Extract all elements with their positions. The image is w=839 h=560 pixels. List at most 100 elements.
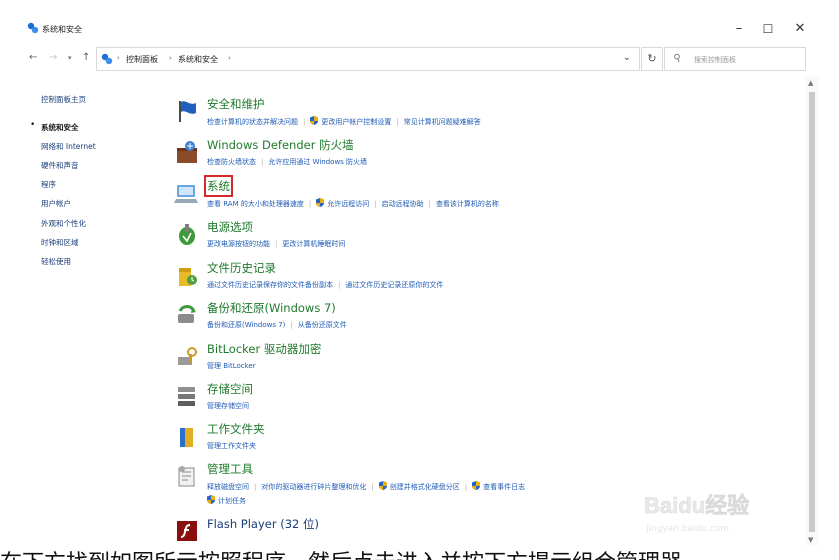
task-link[interactable]: 允许应用通过 Windows 防火墙 [268,157,367,167]
category-title[interactable]: 管理工具 [207,461,253,477]
task-link[interactable]: 对你的驱动器进行碎片整理和优化 [261,482,366,492]
task-link[interactable]: 常见计算机问题疑难解答 [404,117,481,127]
task-link[interactable]: 查看 RAM 的大小和处理器速度 [207,199,304,209]
task-link[interactable]: 检查防火墙状态 [207,157,256,167]
task-link[interactable]: 查看该计算机的名称 [436,199,499,209]
uac-shield-icon [316,198,325,207]
category-links: 通过文件历史记录保存你的文件备份副本 | 通过文件历史记录还原你的文件 [207,280,444,290]
close-button[interactable]: ✕ [789,20,811,38]
vertical-scrollbar[interactable]: ▲ ▼ [805,76,819,546]
breadcrumb-system-security[interactable]: 系统和安全 [178,54,218,65]
search-icon: ⚲ [672,52,683,65]
category-title-highlighted[interactable]: 系统 [204,175,233,197]
refresh-button[interactable]: ↻ [641,47,663,71]
task-link[interactable]: 备份和还原(Windows 7) [207,320,285,330]
task-link[interactable]: 更改用户帐户控制设置 [321,117,391,127]
category-work-folders: 工作文件夹 管理工作文件夹 [170,421,790,461]
sidebar-item-system-security[interactable]: 系统和安全 [41,122,79,133]
category-title[interactable]: 备份和还原(Windows 7) [207,300,336,316]
watermark-url: jingyan.baidu.com [646,524,730,534]
task-link[interactable]: 从备份还原文件 [298,320,347,330]
file-history-icon [179,268,197,286]
scroll-up-icon[interactable]: ▲ [808,79,813,87]
address-bar[interactable]: › 控制面板 › 系统和安全 › ⌄ [96,47,640,71]
breadcrumb-control-panel[interactable]: 控制面板 [126,54,158,65]
bitlocker-icon [178,347,197,365]
category-security-maintenance: 安全和维护 检查计算机的状态并解决问题 | 更改用户帐户控制设置 | 常见计算机问题疑难… [170,96,790,136]
uac-shield-icon [310,116,319,125]
category-title[interactable]: BitLocker 驱动器加密 [207,341,321,357]
sidebar-item-home[interactable]: 控制面板主页 [41,94,86,105]
category-title[interactable]: 工作文件夹 [207,421,265,437]
category-file-history: 文件历史记录 通过文件历史记录保存你的文件备份副本 | 通过文件历史记录还原你的文件 [170,260,790,300]
task-link[interactable]: 计划任务 [218,497,246,505]
back-arrow-icon[interactable]: ← [29,52,37,63]
category-links-row2: 计划任务 [207,495,246,506]
category-firewall: Windows Defender 防火墙 检查防火墙状态 | 允许应用通过 Wind… [170,137,790,177]
forward-arrow-icon[interactable]: → [49,52,57,63]
breadcrumb-separator-icon: › [169,54,172,62]
sidebar-item-hardware[interactable]: 硬件和声音 [41,160,79,171]
recent-locations-icon[interactable]: ▾ [68,54,72,62]
category-title[interactable]: Flash Player (32 位) [207,516,319,532]
category-links: 释放磁盘空间 | 对你的驱动器进行碎片整理和优化 | 创建并格式化硬盘分区 | 查看事件日志 [207,481,526,492]
category-bitlocker: BitLocker 驱动器加密 管理 BitLocker [170,341,790,381]
up-arrow-icon[interactable]: ↑ [82,52,90,63]
task-link[interactable]: 更改电源按钮的功能 [207,239,270,249]
sidebar-item-ease-of-access[interactable]: 轻松使用 [41,256,71,267]
scrollbar-thumb[interactable] [809,92,815,532]
power-icon [179,224,195,245]
search-input[interactable]: ⚲ 搜索控制面板 [664,47,806,71]
task-link[interactable]: 更改计算机睡眠时间 [282,239,345,249]
category-links: 管理工作文件夹 [207,441,256,451]
task-link[interactable]: 管理 BitLocker [207,361,256,371]
baidu-watermark: Baidu经验 jingyan.baidu.com [640,486,800,546]
category-title[interactable]: 文件历史记录 [207,260,276,276]
uac-shield-icon [378,481,387,490]
minimize-button[interactable]: – [728,20,750,38]
breadcrumb-separator-icon: › [117,54,120,62]
task-link[interactable]: 管理存储空间 [207,401,249,411]
category-title[interactable]: 安全和维护 [207,96,265,112]
category-links: 管理存储空间 [207,401,249,411]
scroll-down-icon[interactable]: ▼ [808,536,813,544]
uac-shield-icon [207,495,215,504]
task-link[interactable]: 管理工作文件夹 [207,441,256,451]
task-link[interactable]: 释放磁盘空间 [207,482,249,492]
category-storage-spaces: 存储空间 管理存储空间 [170,381,790,421]
sidebar-item-programs[interactable]: 程序 [41,179,56,190]
task-link[interactable]: 允许远程访问 [327,199,369,209]
computer-icon [174,185,198,203]
control-panel-icon [27,22,39,34]
navigation-bar: ← → ▾ ↑ › 控制面板 › 系统和安全 › ⌄ ↻ ⚲ 搜索控制面板 [0,46,839,74]
category-title[interactable]: 存储空间 [207,381,253,397]
task-link[interactable]: 通过文件历史记录还原你的文件 [345,280,443,290]
flash-icon [177,521,197,541]
task-link[interactable]: 创建并格式化硬盘分区 [390,482,460,492]
task-link[interactable]: 查看事件日志 [483,482,525,492]
firewall-icon [177,141,197,163]
category-title[interactable]: Windows Defender 防火墙 [207,137,354,153]
category-power-options: 电源选项 更改电源按钮的功能 | 更改计算机睡眠时间 [170,219,790,259]
maximize-button[interactable]: ☐ [757,20,779,38]
storage-icon [178,387,195,406]
category-links: 备份和还原(Windows 7) | 从备份还原文件 [207,320,347,330]
category-links: 查看 RAM 的大小和处理器速度 | 允许远程访问 | 启动远程协助 | 查看该计算机的名称 [207,198,499,209]
sidebar-item-user-accounts[interactable]: 用户帐户 [41,198,71,209]
sidebar-item-clock-region[interactable]: 时钟和区域 [41,237,79,248]
category-links: 管理 BitLocker [207,361,256,371]
task-link[interactable]: 检查计算机的状态并解决问题 [207,117,298,127]
window-title: 系统和安全 [42,25,82,34]
breadcrumb-separator-icon: › [228,54,231,62]
watermark-brand: Baidu经验 [644,493,750,519]
sidebar-item-appearance[interactable]: 外观和个性化 [41,218,86,229]
work-folders-icon [180,428,193,447]
task-link[interactable]: 通过文件历史记录保存你的文件备份副本 [207,280,333,290]
uac-shield-icon [472,481,481,490]
task-link[interactable]: 启动远程协助 [382,199,424,209]
chevron-down-icon[interactable]: ⌄ [623,52,631,63]
sidebar-item-network[interactable]: 网络和 Internet [41,141,96,152]
category-links: 检查计算机的状态并解决问题 | 更改用户帐户控制设置 | 常见计算机问题疑难解答 [207,116,481,127]
category-title[interactable]: 电源选项 [207,219,253,235]
category-links: 检查防火墙状态 | 允许应用通过 Windows 防火墙 [207,157,368,167]
